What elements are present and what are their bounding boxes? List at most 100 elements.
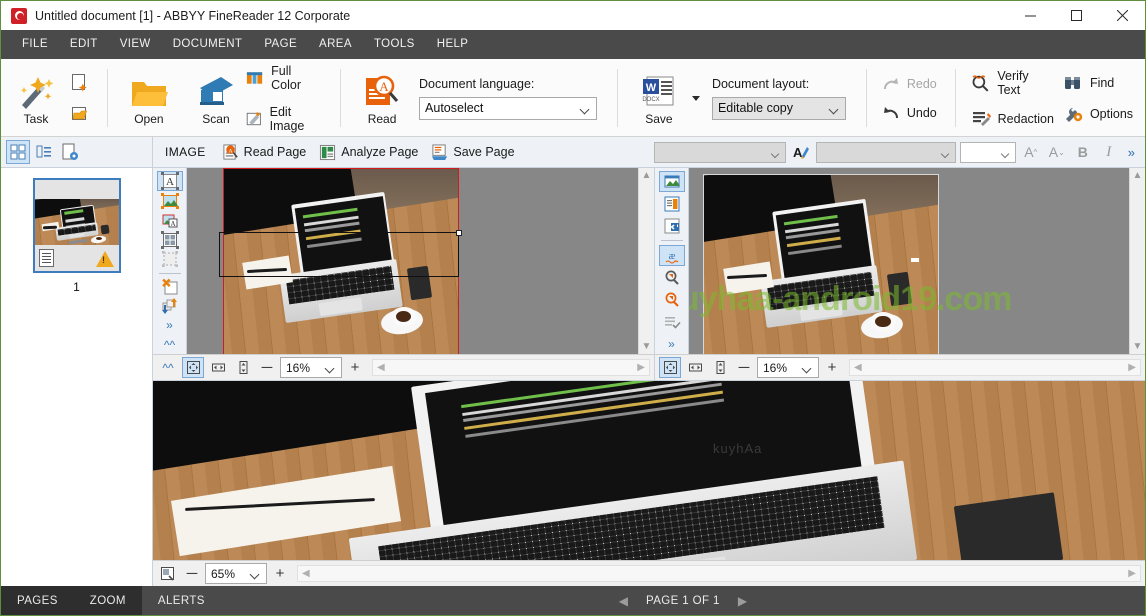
text-block-tool[interactable]	[659, 193, 685, 214]
find-next-tool[interactable]	[659, 289, 685, 310]
non-standard-chars-tool[interactable]: æ	[658, 244, 685, 267]
minimize-button[interactable]	[1007, 1, 1053, 30]
recognition-area-tool[interactable]	[157, 250, 183, 268]
zoom-pane-horizontal-scrollbar[interactable]: ◀ ▶	[297, 565, 1141, 582]
full-color-button[interactable]: Full Color	[242, 61, 328, 95]
text-area-tool[interactable]: A	[156, 171, 183, 191]
text-zoom-out-button[interactable]: ─	[734, 359, 754, 376]
toolbar-overflow-button[interactable]: »	[1124, 145, 1139, 160]
edit-image-button[interactable]: Edit Image	[242, 102, 328, 136]
scan-button[interactable]: Scan	[190, 63, 242, 133]
fit-page-button[interactable]	[182, 357, 204, 378]
picture-area-tool[interactable]	[157, 192, 183, 210]
picture-tool[interactable]	[658, 171, 685, 193]
text-zoom-select[interactable]: 16%	[757, 357, 819, 378]
shrink-font-button[interactable]: A ⌄	[1046, 141, 1068, 164]
details-view-button[interactable]	[32, 140, 56, 164]
menu-item-help[interactable]: HELP	[426, 30, 480, 59]
text-canvas[interactable]: kuyhaa-android19.com	[689, 168, 1129, 354]
save-page-button[interactable]: Save Page	[427, 141, 521, 164]
save-button[interactable]: W DOCX Save	[630, 63, 688, 133]
font-style-select[interactable]	[815, 141, 956, 163]
open-recent-button[interactable]	[65, 101, 95, 127]
document-language-select[interactable]: Autoselect	[419, 96, 598, 120]
background-picture-area-tool[interactable]: A	[157, 211, 183, 229]
verify-list-tool[interactable]	[659, 311, 685, 332]
zoom-preview-handle[interactable]	[911, 258, 919, 262]
text-scroll-up-arrow[interactable]: ▲	[1133, 170, 1143, 181]
text-fit-height-button[interactable]	[709, 357, 731, 378]
grow-font-button[interactable]: A ^	[1020, 141, 1042, 164]
task-button[interactable]: Task	[7, 63, 65, 133]
delete-area-tool[interactable]	[157, 277, 183, 295]
text-zoom-in-button[interactable]: +	[822, 359, 842, 376]
verify-text-button[interactable]: Verify Text	[968, 66, 1060, 100]
collapse-area-tools-button[interactable]: ^^	[157, 336, 183, 354]
more-text-tools-button[interactable]: »	[659, 333, 685, 354]
maximize-button[interactable]	[1053, 1, 1099, 30]
text-horizontal-scrollbar[interactable]: ◀ ▶	[849, 359, 1141, 376]
zoom-pane-zoom-select[interactable]: 65%	[205, 563, 267, 584]
find-button[interactable]: Find	[1060, 71, 1139, 95]
table-area-tool[interactable]	[157, 231, 183, 250]
read-page-button[interactable]: A Read Page	[218, 141, 314, 164]
fit-width-button[interactable]	[207, 357, 229, 378]
text-fit-page-button[interactable]	[659, 357, 681, 378]
text-hscroll-right-arrow[interactable]: ▶	[1128, 362, 1136, 373]
save-dropdown-arrow[interactable]	[688, 63, 704, 133]
text-scroll-down-arrow[interactable]: ▼	[1133, 341, 1143, 352]
redo-button[interactable]: Redo	[879, 73, 943, 95]
scroll-up-arrow[interactable]: ▲	[642, 170, 652, 181]
page-properties-button[interactable]	[58, 140, 82, 164]
options-button[interactable]: Options	[1060, 102, 1139, 126]
paragraph-mark-tool[interactable]	[659, 215, 685, 236]
font-size-select[interactable]	[959, 141, 1016, 163]
menu-item-tools[interactable]: TOOLS	[363, 30, 426, 59]
hscroll-right-arrow[interactable]: ▶	[637, 362, 645, 373]
text-fit-width-button[interactable]	[684, 357, 706, 378]
image-horizontal-scrollbar[interactable]: ◀ ▶	[372, 359, 650, 376]
text-hscroll-left-arrow[interactable]: ◀	[854, 362, 862, 373]
thumbnail-view-button[interactable]	[6, 140, 30, 164]
text-vertical-scrollbar[interactable]: ▲ ▼	[1129, 168, 1145, 354]
image-zoom-select[interactable]: 16%	[280, 357, 342, 378]
area-resize-handle[interactable]	[456, 230, 462, 236]
menu-item-page[interactable]: PAGE	[253, 30, 308, 59]
close-button[interactable]	[1099, 1, 1145, 30]
image-canvas[interactable]	[187, 168, 638, 354]
scroll-down-arrow[interactable]: ▼	[642, 341, 652, 352]
bold-button[interactable]: B	[1072, 141, 1094, 164]
image-zoom-in-button[interactable]: +	[345, 359, 365, 376]
new-document-button[interactable]	[65, 70, 95, 96]
menu-item-edit[interactable]: EDIT	[59, 30, 109, 59]
zoom-hscroll-left-arrow[interactable]: ◀	[302, 568, 310, 579]
zoom-canvas[interactable]: kuyhAa	[153, 381, 1145, 560]
menu-item-area[interactable]: AREA	[308, 30, 363, 59]
zoom-pane-zoom-in-button[interactable]: +	[270, 565, 290, 582]
more-area-tools-button[interactable]: »	[157, 316, 183, 334]
reorder-areas-tool[interactable]	[157, 297, 183, 315]
next-page-button[interactable]: ▶	[738, 594, 747, 608]
open-button[interactable]: Open	[120, 63, 178, 133]
zoom-pane-mode-button[interactable]	[157, 563, 179, 584]
undo-button[interactable]: Undo	[879, 102, 943, 124]
status-tab-alerts[interactable]: ALERTS	[142, 586, 221, 615]
zoom-pane-zoom-out-button[interactable]: ─	[182, 565, 202, 582]
status-tab-pages[interactable]: PAGES	[1, 586, 74, 615]
menu-item-view[interactable]: VIEW	[109, 30, 162, 59]
find-previous-tool[interactable]	[659, 267, 685, 288]
menu-item-file[interactable]: FILE	[11, 30, 59, 59]
image-zoom-out-button[interactable]: ─	[257, 359, 277, 376]
page-thumbnail-1[interactable]	[32, 178, 121, 273]
menu-item-document[interactable]: DOCUMENT	[162, 30, 254, 59]
status-tab-zoom[interactable]: ZOOM	[73, 586, 142, 615]
redaction-button[interactable]: Redaction	[968, 107, 1060, 131]
text-style-icon[interactable]: A	[790, 141, 812, 164]
zoom-hscroll-right-arrow[interactable]: ▶	[1128, 568, 1136, 579]
previous-page-button[interactable]: ◀	[619, 594, 628, 608]
read-button[interactable]: A Read	[353, 63, 411, 133]
recognition-block-area[interactable]	[219, 232, 459, 277]
font-name-select[interactable]	[653, 141, 786, 163]
image-pane-collapse-button[interactable]: ^^	[157, 357, 179, 378]
analyze-page-button[interactable]: Analyze Page	[315, 141, 425, 164]
